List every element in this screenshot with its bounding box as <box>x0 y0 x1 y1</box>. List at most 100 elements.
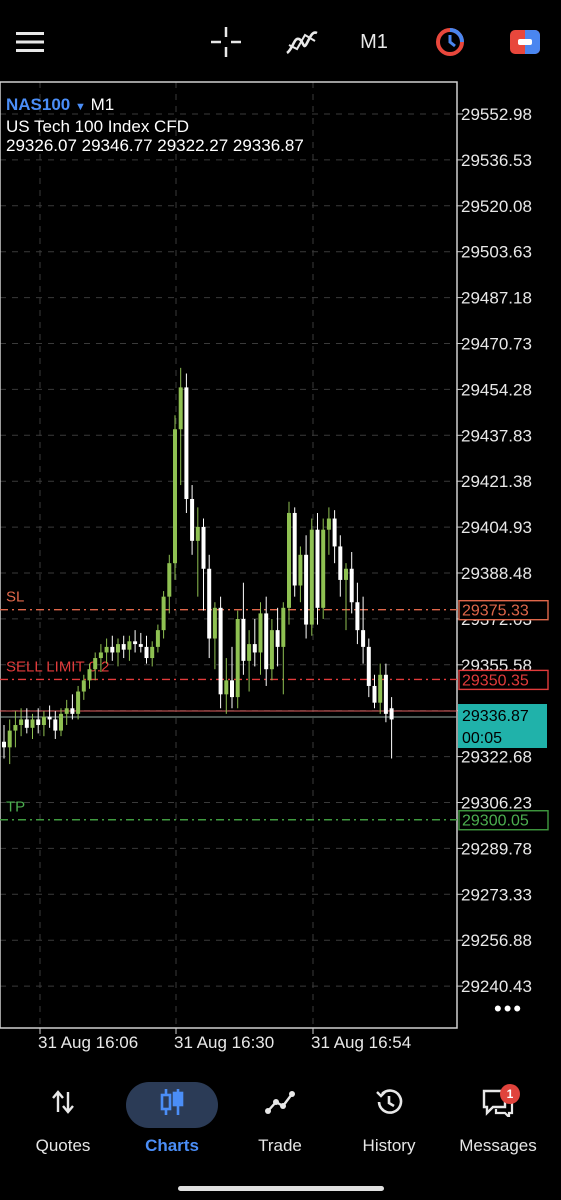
candle-body <box>344 568 348 580</box>
candle-body <box>389 708 394 720</box>
candle-body <box>304 554 309 625</box>
candle-body <box>64 708 69 714</box>
candle-body <box>326 518 331 530</box>
price-tick-label: 29306.23 <box>461 794 532 813</box>
indicators-icon[interactable] <box>280 20 324 64</box>
candle-body <box>275 630 280 647</box>
price-tick-label: 29536.53 <box>461 151 532 170</box>
candle-body <box>133 641 138 645</box>
chart-border <box>0 81 458 1029</box>
candle-body <box>24 719 29 728</box>
price-chart[interactable]: SLSELL LIMIT 0.2TP 29552.98 29536.53 29520… <box>0 0 561 1070</box>
price-tick-label: 29437.83 <box>461 426 532 445</box>
candle-body <box>349 568 354 603</box>
price-tick-label: 29289.78 <box>461 839 532 858</box>
symbol-name[interactable]: NAS100 <box>6 95 70 114</box>
candle-body <box>138 644 143 647</box>
more-options-icon[interactable]: ••• <box>494 996 523 1022</box>
candle-body <box>235 618 240 698</box>
price-tick-label: 29487.18 <box>461 289 532 308</box>
candle-body <box>190 499 195 541</box>
candles <box>2 367 394 765</box>
price-tick-label: 29256.88 <box>461 931 532 950</box>
candle-body <box>372 685 377 703</box>
tp-label: TP <box>6 799 25 816</box>
candle-body <box>116 644 120 653</box>
tab-messages-label: Messages <box>459 1136 537 1155</box>
price-tick-label: 29503.63 <box>461 243 532 262</box>
crosshair-icon[interactable] <box>206 20 246 64</box>
candle-body <box>366 646 371 686</box>
bottom-navigation: Quotes Charts Trade History Messages <box>0 1074 561 1200</box>
candle-body <box>98 652 103 659</box>
candle-body <box>287 512 291 608</box>
candle-body <box>19 719 24 726</box>
tab-charts[interactable]: Charts <box>117 1080 227 1160</box>
trade-icon <box>225 1080 335 1124</box>
trade-buttons-icon[interactable] <box>505 20 545 64</box>
candle-body <box>315 529 320 608</box>
candle-body <box>121 644 126 650</box>
candle-body <box>269 630 274 670</box>
candle-countdown: 00:05 <box>462 730 502 747</box>
price-axis: 29552.98 29536.53 29520.08 29503.63 29487.18… <box>457 105 532 996</box>
top-toolbar: M1 <box>0 0 561 82</box>
candle-body <box>378 674 383 703</box>
price-tick-label: 29388.48 <box>461 564 532 583</box>
price-tick-label: 29273.33 <box>461 885 532 904</box>
time-tick-label: 31 Aug 16:06 <box>38 1033 138 1052</box>
home-indicator[interactable] <box>178 1186 384 1191</box>
tab-trade[interactable]: Trade <box>225 1080 335 1160</box>
sl-label: SL <box>6 589 24 606</box>
price-tick-label: 29322.68 <box>461 748 532 767</box>
candle-body <box>93 658 98 670</box>
time-tick-label: 31 Aug 16:30 <box>174 1033 274 1052</box>
candle-body <box>76 691 81 714</box>
price-tick-label: 29520.08 <box>461 197 532 216</box>
candle-body <box>36 719 41 726</box>
tab-quotes-label: Quotes <box>35 1136 91 1155</box>
order-levels: SLSELL LIMIT 0.2TP <box>0 589 457 821</box>
candle-body <box>104 646 109 653</box>
tab-trade-label: Trade <box>258 1136 302 1155</box>
timeframe-button[interactable]: M1 <box>354 20 394 64</box>
candle-body <box>167 563 172 597</box>
candle-body <box>241 618 246 661</box>
current-price-text: 29336.87 <box>462 708 529 725</box>
candle-body <box>212 607 217 639</box>
price-tick-label: 29240.43 <box>461 977 532 996</box>
messages-badge: 1 <box>500 1084 520 1104</box>
tab-quotes[interactable]: Quotes <box>8 1080 118 1160</box>
candle-body <box>195 526 200 541</box>
candle-body <box>264 613 269 670</box>
candle-body <box>298 554 303 586</box>
history-icon <box>334 1080 444 1124</box>
symbol-header: NAS100 ▼ M1 US Tech 100 Index CFD 29326.… <box>6 95 304 155</box>
tab-history[interactable]: History <box>334 1080 444 1160</box>
symbol-description: US Tech 100 Index CFD <box>6 117 189 136</box>
tab-charts-label: Charts <box>145 1136 199 1155</box>
candle-body <box>230 680 234 698</box>
symbol-timeframe: M1 <box>90 95 115 114</box>
candle-body <box>155 630 160 647</box>
chart-grid <box>0 82 457 1028</box>
candle-body <box>281 607 286 647</box>
symbol-dropdown-icon[interactable]: ▼ <box>75 101 86 113</box>
candle-body <box>127 641 132 650</box>
candle-body <box>41 716 46 726</box>
candle-body <box>184 387 189 500</box>
candle-body <box>173 429 177 564</box>
candle-body <box>47 716 52 720</box>
menu-icon[interactable] <box>10 20 50 64</box>
candle-body <box>224 680 229 695</box>
tab-messages[interactable]: Messages <box>443 1080 553 1160</box>
one-click-trading-icon[interactable] <box>430 20 470 64</box>
candle-body <box>87 669 92 681</box>
candle-body <box>178 387 183 430</box>
sl-price-text: 29375.33 <box>462 603 529 620</box>
price-tick-label: 29552.98 <box>461 105 532 124</box>
candle-body <box>338 546 343 580</box>
tp-price-text: 29300.05 <box>462 813 529 830</box>
candle-body <box>207 568 212 639</box>
candle-body <box>30 719 35 728</box>
